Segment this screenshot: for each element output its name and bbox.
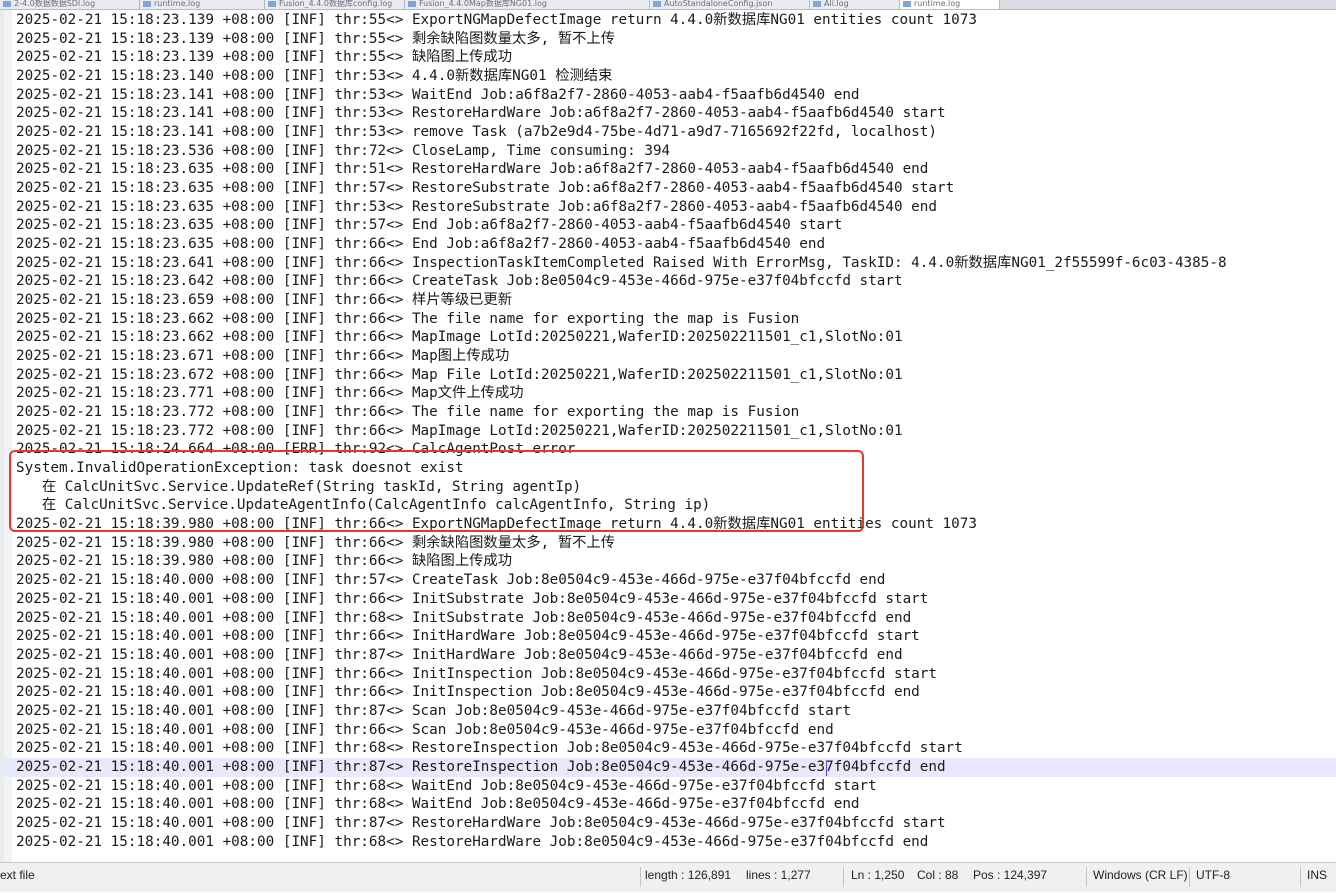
file-type: ext file: [0, 868, 35, 882]
file-icon: [408, 1, 416, 7]
length-indicator: length : 126,891: [645, 868, 732, 882]
tab-bar: 2-4.0数据数据SDI.log runtime.log Fusion_4.4.…: [0, 0, 1336, 10]
tab-label: AutoStandaloneConfig.json: [664, 0, 773, 8]
tab-label: runtime.log: [914, 0, 961, 8]
log-line[interactable]: 2025-02-21 15:18:23.635 +08:00 [INF] thr…: [16, 179, 1336, 198]
log-line[interactable]: 2025-02-21 15:18:40.001 +08:00 [INF] thr…: [16, 702, 1336, 721]
log-lines[interactable]: 2025-02-21 15:18:23.139 +08:00 [INF] thr…: [4, 11, 1336, 852]
log-line[interactable]: 2025-02-21 15:18:40.001 +08:00 [INF] thr…: [16, 627, 1336, 646]
log-line[interactable]: 2025-02-21 15:18:40.001 +08:00 [INF] thr…: [16, 590, 1336, 609]
current-line[interactable]: 2025-02-21 15:18:40.001 +08:00 [INF] thr…: [4, 757, 1336, 777]
tab-4[interactable]: AutoStandaloneConfig.json: [650, 0, 810, 9]
log-line[interactable]: 2025-02-21 15:18:40.001 +08:00 [INF] thr…: [16, 665, 1336, 684]
log-line[interactable]: 2025-02-21 15:18:23.659 +08:00 [INF] thr…: [16, 291, 1336, 310]
log-line[interactable]: 2025-02-21 15:18:23.140 +08:00 [INF] thr…: [16, 67, 1336, 86]
tab-label: Fusion_4.4.0数据库config.log: [279, 0, 393, 8]
status-separator: [1189, 867, 1190, 887]
file-icon: [653, 1, 661, 7]
log-line[interactable]: 2025-02-21 15:18:23.771 +08:00 [INF] thr…: [16, 384, 1336, 403]
tab-5[interactable]: Ali.log: [810, 0, 900, 9]
insert-mode-indicator[interactable]: INS: [1307, 863, 1327, 893]
tab-1[interactable]: runtime.log: [140, 0, 265, 9]
log-line[interactable]: 2025-02-21 15:18:40.001 +08:00 [INF] thr…: [16, 833, 1336, 852]
log-line[interactable]: 2025-02-21 15:18:40.001 +08:00 [INF] thr…: [16, 739, 1336, 758]
lines-indicator: lines : 1,277: [746, 868, 811, 882]
column-indicator: Col : 88: [917, 868, 959, 882]
log-line[interactable]: 2025-02-21 15:18:40.001 +08:00 [INF] thr…: [16, 609, 1336, 628]
tab-2[interactable]: Fusion_4.4.0数据库config.log: [265, 0, 405, 9]
log-line[interactable]: 2025-02-21 15:18:23.642 +08:00 [INF] thr…: [16, 272, 1336, 291]
status-separator: [640, 867, 641, 887]
file-icon: [268, 1, 276, 7]
log-line[interactable]: 2025-02-21 15:18:23.772 +08:00 [INF] thr…: [16, 403, 1336, 422]
log-line[interactable]: 2025-02-21 15:18:40.001 +08:00 [INF] thr…: [16, 683, 1336, 702]
log-line[interactable]: 2025-02-21 15:18:40.001 +08:00 [INF] thr…: [16, 721, 1336, 740]
text-editor[interactable]: 2025-02-21 15:18:23.139 +08:00 [INF] thr…: [0, 10, 1336, 862]
log-line[interactable]: 2025-02-21 15:18:39.980 +08:00 [INF] thr…: [16, 515, 1336, 534]
log-line[interactable]: 2025-02-21 15:18:23.139 +08:00 [INF] thr…: [16, 48, 1336, 67]
file-icon: [3, 1, 11, 7]
status-bar: ext file length : 126,891 lines : 1,277 …: [0, 862, 1336, 892]
log-line[interactable]: 2025-02-21 15:18:23.641 +08:00 [INF] thr…: [16, 254, 1336, 273]
log-line[interactable]: 2025-02-21 15:18:23.635 +08:00 [INF] thr…: [16, 235, 1336, 254]
log-line[interactable]: 2025-02-21 15:18:40.001 +08:00 [INF] thr…: [16, 777, 1336, 796]
log-line[interactable]: 2025-02-21 15:18:40.001 +08:00 [INF] thr…: [16, 646, 1336, 665]
tab-3[interactable]: Fusion_4.4.0Map数据库NG01.log: [405, 0, 650, 9]
log-line[interactable]: 2025-02-21 15:18:23.139 +08:00 [INF] thr…: [16, 30, 1336, 49]
log-line[interactable]: 2025-02-21 15:18:39.980 +08:00 [INF] thr…: [16, 552, 1336, 571]
stack-trace-line[interactable]: 在 CalcUnitSvc.Service.UpdateRef(String t…: [16, 478, 1336, 497]
status-separator: [1300, 867, 1301, 887]
tab-label: Ali.log: [824, 0, 849, 8]
log-line[interactable]: 2025-02-21 15:18:23.139 +08:00 [INF] thr…: [16, 11, 1336, 30]
status-separator: [843, 867, 844, 887]
log-line[interactable]: 2025-02-21 15:18:23.672 +08:00 [INF] thr…: [16, 366, 1336, 385]
file-icon: [813, 1, 821, 7]
tab-label: Fusion_4.4.0Map数据库NG01.log: [419, 0, 547, 8]
log-line[interactable]: 2025-02-21 15:18:23.635 +08:00 [INF] thr…: [16, 198, 1336, 217]
current-line-text[interactable]: 2025-02-21 15:18:40.001 +08:00 [INF] thr…: [16, 759, 946, 775]
fold-margin: [4, 10, 12, 862]
log-line[interactable]: 2025-02-21 15:18:23.662 +08:00 [INF] thr…: [16, 310, 1336, 329]
log-line[interactable]: 2025-02-21 15:18:40.001 +08:00 [INF] thr…: [16, 814, 1336, 833]
tab-0[interactable]: 2-4.0数据数据SDI.log: [0, 0, 140, 9]
log-line[interactable]: 2025-02-21 15:18:23.635 +08:00 [INF] thr…: [16, 216, 1336, 235]
log-line[interactable]: 2025-02-21 15:18:23.141 +08:00 [INF] thr…: [16, 104, 1336, 123]
log-line[interactable]: 2025-02-21 15:18:23.635 +08:00 [INF] thr…: [16, 160, 1336, 179]
tab-label: runtime.log: [154, 0, 201, 8]
stack-trace-line[interactable]: 在 CalcUnitSvc.Service.UpdateAgentInfo(Ca…: [16, 496, 1336, 515]
status-separator: [1086, 867, 1087, 887]
file-icon: [903, 1, 911, 7]
log-line[interactable]: 2025-02-21 15:18:23.141 +08:00 [INF] thr…: [16, 123, 1336, 142]
exception-line[interactable]: System.InvalidOperationException: task d…: [16, 459, 1336, 478]
position-indicator: Pos : 124,397: [973, 868, 1048, 882]
log-line[interactable]: 2025-02-21 15:18:39.980 +08:00 [INF] thr…: [16, 534, 1336, 553]
tab-label: 2-4.0数据数据SDI.log: [14, 0, 96, 8]
log-line[interactable]: 2025-02-21 15:18:40.001 +08:00 [INF] thr…: [16, 795, 1336, 814]
log-line[interactable]: 2025-02-21 15:18:23.141 +08:00 [INF] thr…: [16, 86, 1336, 105]
file-icon: [143, 1, 151, 7]
log-line[interactable]: 2025-02-21 15:18:23.772 +08:00 [INF] thr…: [16, 422, 1336, 441]
line-indicator: Ln : 1,250: [851, 868, 905, 882]
log-line[interactable]: 2025-02-21 15:18:40.000 +08:00 [INF] thr…: [16, 571, 1336, 590]
encoding-indicator[interactable]: UTF-8: [1196, 863, 1230, 893]
eol-indicator[interactable]: Windows (CR LF): [1093, 863, 1188, 893]
log-line[interactable]: 2025-02-21 15:18:23.671 +08:00 [INF] thr…: [16, 347, 1336, 366]
log-line[interactable]: 2025-02-21 15:18:23.662 +08:00 [INF] thr…: [16, 328, 1336, 347]
tab-6[interactable]: runtime.log: [900, 0, 1000, 9]
log-line[interactable]: 2025-02-21 15:18:23.536 +08:00 [INF] thr…: [16, 142, 1336, 161]
error-line[interactable]: 2025-02-21 15:18:24.664 +08:00 [ERR] thr…: [16, 440, 1336, 459]
text-caret: [826, 761, 827, 776]
